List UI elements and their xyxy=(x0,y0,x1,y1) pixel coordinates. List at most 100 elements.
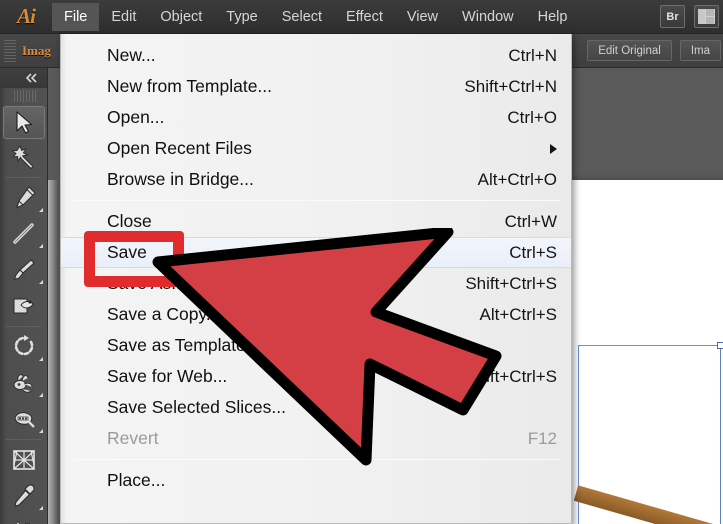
menu-item-new-from-template[interactable]: New from Template... Shift+Ctrl+N xyxy=(61,71,571,102)
menu-item-browse-in-bridge[interactable]: Browse in Bridge... Alt+Ctrl+O xyxy=(61,164,571,195)
menu-item-shortcut: Ctrl+S xyxy=(509,242,557,262)
symbol-sprayer-icon xyxy=(16,523,30,524)
menu-object[interactable]: Object xyxy=(148,3,214,31)
menu-item-shortcut: Alt+Shift+Ctrl+S xyxy=(435,366,557,386)
menu-item-shortcut: Shift+Ctrl+N xyxy=(464,76,557,96)
menu-item-label: New from Template... xyxy=(107,76,273,96)
magic-wand-icon xyxy=(10,144,34,170)
menu-item-label: Save As... xyxy=(107,273,186,293)
paintbrush-icon xyxy=(13,259,35,281)
menu-item-label: Save xyxy=(107,242,147,262)
control-bar-right-group: Edit Original Ima xyxy=(587,40,723,61)
menu-bar-items: File Edit Object Type Select Effect View… xyxy=(52,0,579,34)
perspective-grid-tool[interactable] xyxy=(2,442,46,478)
tool-flyout-indicator[interactable] xyxy=(38,280,43,284)
rotate-icon xyxy=(14,335,33,356)
menu-item-open[interactable]: Open... Ctrl+O xyxy=(61,102,571,133)
control-bar-doc-label: Imag xyxy=(22,42,51,58)
tools-separator xyxy=(6,439,41,440)
warp-tool[interactable] xyxy=(2,365,46,401)
magic-wand-tool[interactable] xyxy=(2,139,46,175)
menu-item-label: Open Recent Files xyxy=(107,138,252,158)
warp-icon xyxy=(13,374,32,393)
menu-item-save-selected-slices[interactable]: Save Selected Slices... xyxy=(61,392,571,423)
menu-item-shortcut: Ctrl+N xyxy=(508,45,557,65)
menu-item-shortcut: F12 xyxy=(527,428,557,448)
line-segment-tool[interactable] xyxy=(2,216,46,252)
free-transform-tool[interactable] xyxy=(2,401,46,437)
menu-item-place[interactable]: Place... xyxy=(61,465,571,496)
double-chevron-left-icon xyxy=(25,73,37,83)
selection-tool[interactable] xyxy=(2,106,45,139)
menu-item-shortcut: Shift+Ctrl+S xyxy=(465,273,557,293)
symbol-sprayer-tool[interactable] xyxy=(2,514,46,524)
tool-flyout-indicator[interactable] xyxy=(38,208,43,212)
menu-item-save-as-template[interactable]: Save as Template... xyxy=(61,330,571,361)
menu-item-shortcut: Ctrl+W xyxy=(504,211,557,231)
menu-item-revert: Revert F12 xyxy=(61,423,571,454)
tools-separator xyxy=(6,177,41,178)
tool-flyout-indicator[interactable] xyxy=(38,244,43,248)
menu-bar-right-group: Br xyxy=(660,5,723,28)
paintbrush-tool[interactable] xyxy=(2,252,46,288)
menu-item-label: Revert xyxy=(107,428,159,448)
tools-panel xyxy=(0,68,48,524)
edit-original-button[interactable]: Edit Original xyxy=(587,40,672,61)
line-segment-icon xyxy=(12,223,34,244)
shape-builder-icon xyxy=(13,298,34,314)
menu-item-label: Close xyxy=(107,211,152,231)
menu-effect[interactable]: Effect xyxy=(334,3,395,31)
bridge-icon[interactable]: Br xyxy=(660,5,685,28)
control-bar-grip[interactable] xyxy=(4,39,16,62)
menu-item-shortcut: Ctrl+O xyxy=(507,107,557,127)
pen-tool[interactable] xyxy=(2,180,46,216)
menu-view[interactable]: View xyxy=(395,3,450,31)
selection-handle[interactable] xyxy=(717,342,723,349)
menu-item-shortcut: Alt+Ctrl+S xyxy=(479,304,557,324)
tool-flyout-indicator[interactable] xyxy=(38,506,43,510)
menu-help[interactable]: Help xyxy=(526,3,580,31)
menu-item-label: New... xyxy=(107,45,156,65)
menu-type[interactable]: Type xyxy=(214,3,269,31)
menu-item-label: Place... xyxy=(107,470,166,490)
eyedropper-tool[interactable] xyxy=(2,478,46,514)
menu-bar: Ai File Edit Object Type Select Effect V… xyxy=(0,0,723,34)
menu-item-open-recent-files[interactable]: Open Recent Files xyxy=(61,133,571,164)
artboard[interactable] xyxy=(568,180,723,524)
tool-flyout-indicator[interactable] xyxy=(38,393,43,397)
menu-window[interactable]: Window xyxy=(450,3,526,31)
menu-item-label: Save for Web... xyxy=(107,366,228,386)
menu-item-new[interactable]: New... Ctrl+N xyxy=(61,40,571,71)
eyedropper-icon xyxy=(13,484,35,507)
chevron-right-icon xyxy=(550,143,557,154)
tools-panel-collapse-button[interactable] xyxy=(0,68,47,88)
menu-item-save-as[interactable]: Save As... Shift+Ctrl+S xyxy=(61,268,571,299)
tool-flyout-indicator[interactable] xyxy=(38,429,43,433)
tools-separator xyxy=(6,326,41,327)
menu-item-save-a-copy[interactable]: Save a Copy... Alt+Ctrl+S xyxy=(61,299,571,330)
menu-item-save-for-web[interactable]: Save for Web... Alt+Shift+Ctrl+S xyxy=(61,361,571,392)
arrange-documents-icon[interactable] xyxy=(694,5,719,28)
menu-item-label: Save Selected Slices... xyxy=(107,397,286,417)
file-dropdown-menu: New... Ctrl+N New from Template... Shift… xyxy=(60,34,572,524)
perspective-grid-icon xyxy=(12,450,35,470)
menu-select[interactable]: Select xyxy=(270,3,334,31)
tool-flyout-indicator[interactable] xyxy=(38,357,43,361)
menu-item-save[interactable]: Save Ctrl+S xyxy=(61,237,571,268)
app-logo: Ai xyxy=(17,4,36,28)
menu-item-label: Save as Template... xyxy=(107,335,261,355)
tools-list xyxy=(0,104,47,524)
tools-panel-grip[interactable] xyxy=(14,90,37,102)
menu-edit[interactable]: Edit xyxy=(99,3,148,31)
free-transform-icon xyxy=(13,412,35,428)
menu-item-close[interactable]: Close Ctrl+W xyxy=(61,206,571,237)
arrow-cursor-icon xyxy=(15,110,32,134)
menu-separator xyxy=(75,459,561,460)
menu-item-label: Browse in Bridge... xyxy=(107,169,254,189)
image-button[interactable]: Ima xyxy=(679,40,721,61)
rotate-tool[interactable] xyxy=(2,329,46,365)
canvas-left-shadow xyxy=(48,180,58,524)
shape-builder-tool[interactable] xyxy=(2,288,46,324)
menu-file[interactable]: File xyxy=(52,2,100,31)
menu-item-label: Open... xyxy=(107,107,165,127)
